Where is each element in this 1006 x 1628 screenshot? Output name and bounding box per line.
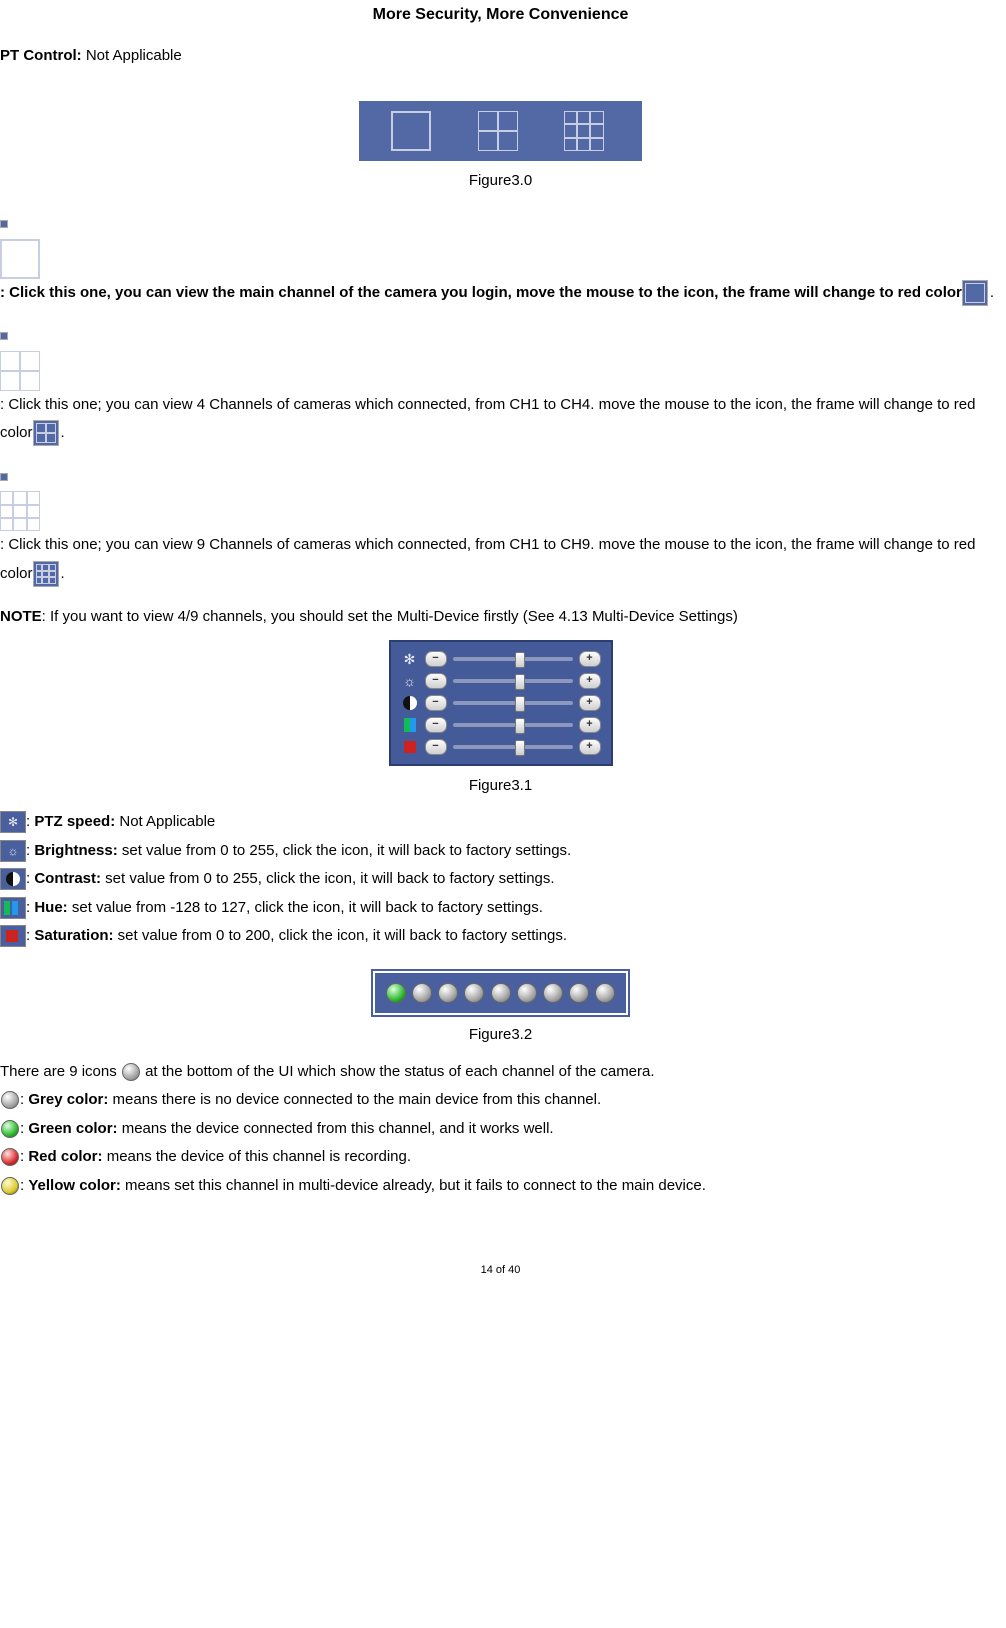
status-dot-grey[interactable]: [569, 983, 589, 1003]
status-yellow-desc: : Yellow color: means set this channel i…: [0, 1172, 1001, 1201]
hue-slider-row: − +: [401, 714, 601, 736]
pt-control-label: PT Control:: [0, 47, 82, 64]
status-dot-green: [1, 1120, 19, 1138]
brightness-slider-row: ☼ − +: [401, 670, 601, 692]
saturation-slider[interactable]: [453, 745, 573, 749]
ptz-slider-row: ✻ − +: [401, 648, 601, 670]
layout-nine-hover-icon: [33, 561, 59, 587]
status-dot-grey[interactable]: [543, 983, 563, 1003]
layout-single-icon[interactable]: [0, 220, 8, 228]
desc-four: [0, 322, 1001, 351]
figure-3-1-caption: Figure3.1: [0, 772, 1001, 801]
hue-slider[interactable]: [453, 723, 573, 727]
figure-3-2: [373, 971, 628, 1016]
pt-control-value: Not Applicable: [86, 47, 182, 64]
note-label: NOTE: [0, 608, 42, 625]
note-text: : If you want to view 4/9 channels, you …: [42, 608, 738, 625]
brightness-desc: ☼: Brightness: set value from 0 to 255, …: [0, 837, 1001, 866]
layout-single-icon[interactable]: [391, 111, 437, 151]
ptz-slider[interactable]: [453, 657, 573, 661]
status-green-desc: : Green color: means the device connecte…: [0, 1115, 1001, 1144]
plus-button[interactable]: +: [579, 651, 601, 667]
fan-icon[interactable]: ✻: [401, 650, 419, 668]
ptz-desc: ✻: PTZ speed: Not Applicable: [0, 808, 1001, 837]
status-dot-grey[interactable]: [412, 983, 432, 1003]
plus-button[interactable]: +: [579, 739, 601, 755]
minus-button[interactable]: −: [425, 673, 447, 689]
layout-quad-icon[interactable]: [478, 111, 524, 151]
saturation-desc: : Saturation: set value from 0 to 200, c…: [0, 922, 1001, 951]
page-title: More Security, More Convenience: [0, 0, 1001, 30]
desc-single: [0, 210, 1001, 239]
status-dot-grey[interactable]: [517, 983, 537, 1003]
contrast-desc: : Contrast: set value from 0 to 255, cli…: [0, 865, 1001, 894]
contrast-slider-row: − +: [401, 692, 601, 714]
layout-nine-icon[interactable]: [564, 111, 610, 151]
brightness-slider[interactable]: [453, 679, 573, 683]
fan-icon[interactable]: ✻: [0, 811, 26, 833]
status-dot-grey[interactable]: [491, 983, 511, 1003]
status-dot-grey[interactable]: [464, 983, 484, 1003]
figure-3-1: ✻ − + ☼ − + − + − +: [389, 640, 613, 766]
page-footer: 14 of 40: [0, 1260, 1001, 1281]
figure-3-0: [359, 101, 641, 161]
status-grey-desc: : Grey color: means there is no device c…: [0, 1086, 1001, 1115]
plus-button[interactable]: +: [579, 673, 601, 689]
contrast-icon[interactable]: [401, 694, 419, 712]
status-dot-yellow: [1, 1177, 19, 1195]
pt-control-line: PT Control: Not Applicable: [0, 42, 1001, 71]
contrast-icon[interactable]: [0, 868, 26, 890]
brightness-icon[interactable]: ☼: [0, 840, 26, 862]
status-intro: There are 9 icons at the bottom of the U…: [0, 1058, 1001, 1087]
figure-3-2-caption: Figure3.2: [0, 1021, 1001, 1050]
desc-nine: [0, 463, 1001, 492]
plus-button[interactable]: +: [579, 695, 601, 711]
note-block: NOTE: If you want to view 4/9 channels, …: [0, 603, 1001, 632]
status-dot-grey: [122, 1063, 140, 1081]
minus-button[interactable]: −: [425, 717, 447, 733]
minus-button[interactable]: −: [425, 695, 447, 711]
hue-icon[interactable]: [0, 897, 26, 919]
status-dot-green[interactable]: [386, 983, 406, 1003]
saturation-icon[interactable]: [0, 925, 26, 947]
minus-button[interactable]: −: [425, 739, 447, 755]
status-red-desc: : Red color: means the device of this ch…: [0, 1143, 1001, 1172]
status-dot-grey[interactable]: [438, 983, 458, 1003]
plus-button[interactable]: +: [579, 717, 601, 733]
saturation-icon[interactable]: [401, 738, 419, 756]
contrast-slider[interactable]: [453, 701, 573, 705]
status-dot-grey: [1, 1091, 19, 1109]
hue-icon[interactable]: [401, 716, 419, 734]
figure-3-0-caption: Figure3.0: [0, 167, 1001, 196]
layout-single-hover-icon: [962, 280, 988, 306]
hue-desc: : Hue: set value from -128 to 127, click…: [0, 894, 1001, 923]
saturation-slider-row: − +: [401, 736, 601, 758]
brightness-icon[interactable]: ☼: [401, 672, 419, 690]
layout-quad-icon[interactable]: [0, 332, 8, 340]
layout-nine-icon[interactable]: [0, 473, 8, 481]
status-dot-grey[interactable]: [595, 983, 615, 1003]
status-dot-red: [1, 1148, 19, 1166]
layout-quad-hover-icon: [33, 420, 59, 446]
minus-button[interactable]: −: [425, 651, 447, 667]
